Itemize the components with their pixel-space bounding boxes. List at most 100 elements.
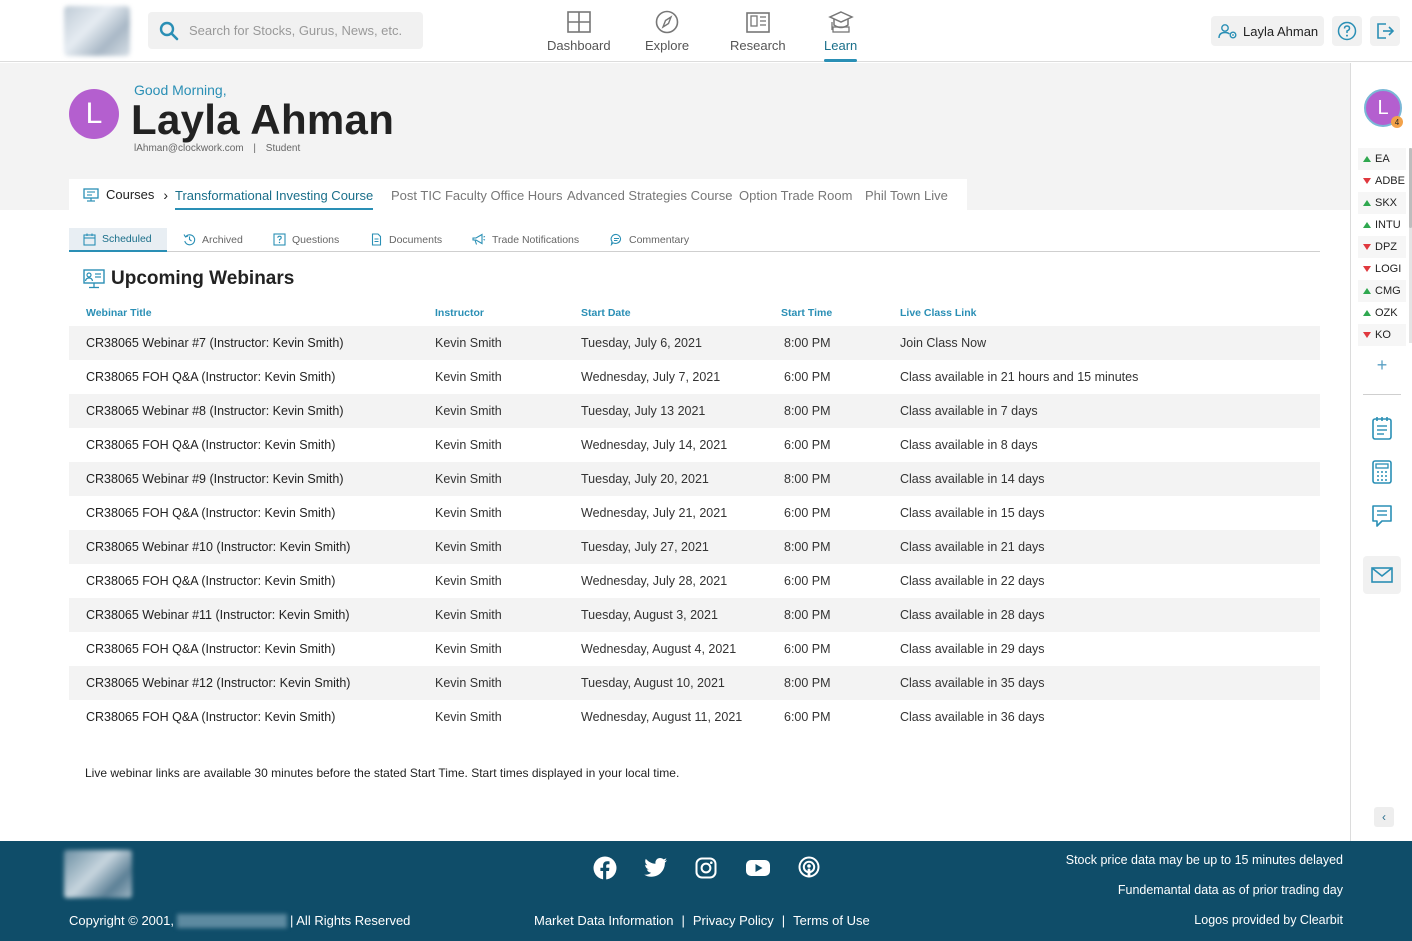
calculator-button[interactable] [1370,459,1394,485]
add-ticker-button[interactable]: + [1372,355,1392,375]
company-name-redacted [176,913,287,928]
breadcrumb[interactable]: Courses › [83,187,177,203]
ticker-item[interactable]: OZK [1358,302,1406,324]
history-icon [183,234,196,246]
brand-logo[interactable] [64,6,130,56]
logout-icon [1377,23,1395,39]
ticker-symbol: DPZ [1375,241,1397,253]
tab-advanced-strategies-course[interactable]: Advanced Strategies Course [567,179,732,210]
tab-scheduled[interactable]: Scheduled [69,228,167,252]
start-date: Wednesday, August 11, 2021 [581,710,743,724]
tab-commentary[interactable]: Commentary [610,228,689,251]
column-webinar-title: Webinar Title [86,307,152,319]
compass-icon [655,10,679,34]
facebook-icon [593,856,617,880]
terms-of-use-link[interactable]: Terms of Use [793,913,870,928]
ticker-item[interactable]: INTU [1358,214,1406,236]
tab-trade-notifications[interactable]: Trade Notifications [472,228,579,251]
help-icon [1337,21,1357,41]
start-date: Tuesday, August 10, 2021 [581,676,725,690]
start-date: Tuesday, July 13 2021 [581,404,706,418]
youtube-icon [746,860,770,876]
user-menu-button[interactable]: Layla Ahman [1211,16,1324,46]
start-date: Tuesday, August 3, 2021 [581,608,718,622]
ticker-item[interactable]: ADBE [1358,170,1406,192]
join-class-link[interactable]: Join Class Now [900,336,986,350]
webinar-title: CR38065 FOH Q&A (Instructor: Kevin Smith… [86,438,336,452]
start-date: Tuesday, July 20, 2021 [581,472,709,486]
meta-separator: | [253,143,257,154]
section-title: Upcoming Webinars [83,268,294,290]
instructor: Kevin Smith [435,574,502,588]
course-tabs: Courses › Transformational Investing Cou… [69,179,967,210]
arrow-down-icon [1363,266,1371,272]
market-data-information-link[interactable]: Market Data Information [534,913,673,928]
instructor: Kevin Smith [435,608,502,622]
tab-commentary-label: Commentary [629,233,690,246]
search-input[interactable] [189,23,409,38]
ticker-item[interactable]: DPZ [1358,236,1406,258]
ticker-symbol: EA [1375,153,1390,165]
tab-transformational-investing-course[interactable]: Transformational Investing Course [175,179,374,210]
tab-trade-notifications-label: Trade Notifications [492,233,580,246]
nav-dashboard[interactable]: Dashboard [547,10,611,53]
tab-phil-town-live[interactable]: Phil Town Live [865,179,948,210]
table-row: CR38065 FOH Q&A (Instructor: Kevin Smith… [69,496,1320,530]
avatar: L [69,89,119,139]
ticker-item[interactable]: KO [1358,324,1406,346]
ticker-item[interactable]: SKX [1358,192,1406,214]
nav-learn[interactable]: Learn [824,10,858,62]
instructor: Kevin Smith [435,642,502,656]
mail-icon [1371,567,1393,583]
column-instructor: Instructor [435,307,485,319]
ticker-symbol: LOGI [1375,263,1402,275]
calendar-icon [83,233,96,246]
twitter-icon [644,858,667,877]
collapse-sidebar-button[interactable]: ‹ [1374,807,1394,827]
tab-questions[interactable]: Questions [273,228,339,251]
ticker-item[interactable]: EA [1358,148,1406,170]
tab-option-trade-room[interactable]: Option Trade Room [739,179,852,210]
start-time: 6:00 PM [784,574,831,588]
start-time: 8:00 PM [784,472,831,486]
copyright-prefix: Copyright © 2001, [69,913,174,928]
table-row: CR38065 Webinar #7 (Instructor: Kevin Sm… [69,326,1320,360]
courses-icon [83,187,99,202]
footer-links: Market Data Information | Privacy Policy… [534,913,870,928]
search-icon [159,21,179,40]
ticker-symbol: INTU [1375,219,1401,231]
ticker-symbol: ADBE [1375,175,1405,187]
tab-post-tic-faculty-office-hours[interactable]: Post TIC Faculty Office Hours [391,179,562,210]
tab-archived[interactable]: Archived [183,228,243,251]
privacy-policy-link[interactable]: Privacy Policy [693,913,774,928]
help-button[interactable] [1332,16,1362,46]
calculator-icon [1372,460,1392,484]
start-date: Wednesday, July 21, 2021 [581,506,728,520]
nav-explore[interactable]: Explore [645,10,689,53]
ticker-item[interactable]: CMG [1358,280,1406,302]
user-menu-label: Layla Ahman [1243,23,1319,39]
tab-documents[interactable]: Documents [370,228,442,251]
nav-research[interactable]: Research [730,10,786,53]
start-time: 8:00 PM [784,336,831,350]
notes-button[interactable] [1370,415,1394,441]
webinar-title: CR38065 FOH Q&A (Instructor: Kevin Smith… [86,506,336,520]
class-availability: Class available in 14 days [900,472,1045,486]
price-delay-disclaimer: Stock price data may be up to 15 minutes… [1065,853,1343,867]
ticker-item[interactable]: LOGI [1358,258,1406,280]
chat-button[interactable] [1370,503,1394,529]
arrow-up-icon [1363,156,1371,162]
youtube-link[interactable] [745,855,771,881]
twitter-link[interactable] [643,855,669,881]
webinar-title: CR38065 FOH Q&A (Instructor: Kevin Smith… [86,370,336,384]
podcast-link[interactable] [796,855,822,881]
search-bar[interactable] [148,12,423,49]
mail-button[interactable] [1363,556,1401,594]
facebook-link[interactable] [592,855,618,881]
copyright-suffix: | All Rights Reserved [289,913,411,928]
logout-button[interactable] [1370,16,1400,46]
comment-icon [610,233,622,246]
instructor: Kevin Smith [435,438,502,452]
instagram-link[interactable] [693,855,719,881]
arrow-down-icon [1363,178,1371,184]
